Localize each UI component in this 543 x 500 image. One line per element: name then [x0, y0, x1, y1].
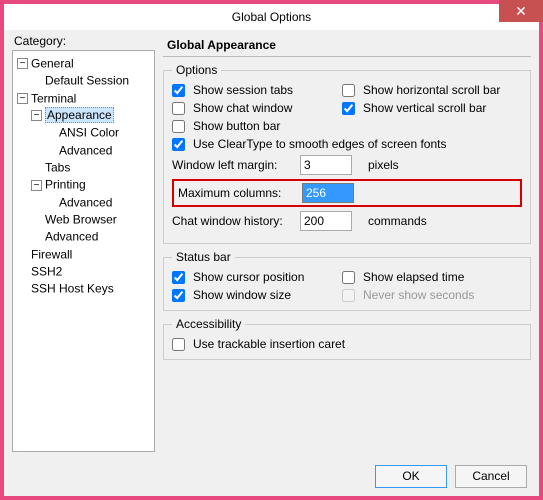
tree-node-tabs[interactable]: Tabs — [31, 159, 152, 176]
never-show-seconds-label: Never show seconds — [363, 288, 474, 302]
collapse-icon[interactable]: − — [31, 180, 42, 191]
ok-button[interactable]: OK — [375, 465, 447, 488]
tree-node-ansi-color[interactable]: ANSI Color — [45, 124, 152, 141]
maximum-columns-label: Maximum columns: — [178, 186, 294, 200]
collapse-icon[interactable]: − — [17, 58, 28, 69]
tree-node-terminal[interactable]: −Terminal −Appearance ANSI Color Advance… — [17, 90, 152, 246]
accessibility-legend: Accessibility — [172, 317, 245, 331]
dialog-window: Global Options ✕ Category: −General Defa… — [0, 0, 543, 500]
use-cleartype-label: Use ClearType to smooth edges of screen … — [193, 137, 446, 151]
category-tree[interactable]: −General Default Session −Terminal −Appe… — [12, 50, 155, 452]
window-left-margin-unit: pixels — [368, 158, 522, 172]
show-horizontal-scroll-checkbox[interactable] — [342, 84, 355, 97]
never-show-seconds-checkbox — [342, 289, 355, 302]
options-legend: Options — [172, 63, 221, 77]
tree-node-printing-advanced[interactable]: Advanced — [45, 194, 152, 211]
accessibility-group: Accessibility Use trackable insertion ca… — [163, 317, 531, 360]
tree-node-printing[interactable]: −Printing Advanced — [31, 176, 152, 211]
titlebar: Global Options ✕ — [4, 4, 539, 30]
show-session-tabs-label: Show session tabs — [193, 83, 293, 97]
show-elapsed-time-label: Show elapsed time — [363, 270, 464, 284]
cancel-button[interactable]: Cancel — [455, 465, 527, 488]
window-left-margin-input[interactable] — [300, 155, 352, 175]
tree-node-ssh2[interactable]: SSH2 — [17, 263, 152, 280]
tree-node-terminal-advanced[interactable]: Advanced — [31, 228, 152, 245]
settings-panel: Global Appearance Options Show session t… — [163, 34, 531, 452]
window-title: Global Options — [4, 10, 539, 24]
statusbar-group: Status bar Show cursor position Show ela… — [163, 250, 531, 311]
show-elapsed-time-checkbox[interactable] — [342, 271, 355, 284]
tree-node-appearance[interactable]: −Appearance ANSI Color Advanced — [31, 107, 152, 159]
show-session-tabs-checkbox[interactable] — [172, 84, 185, 97]
use-trackable-caret-checkbox[interactable] — [172, 338, 185, 351]
tree-node-firewall[interactable]: Firewall — [17, 246, 152, 263]
show-window-size-checkbox[interactable] — [172, 289, 185, 302]
collapse-icon[interactable]: − — [17, 93, 28, 104]
show-horizontal-scroll-label: Show horizontal scroll bar — [363, 83, 500, 97]
tree-node-web-browser[interactable]: Web Browser — [31, 211, 152, 228]
category-panel: Category: −General Default Session −Term… — [12, 34, 155, 452]
tree-node-default-session[interactable]: Default Session — [31, 72, 152, 89]
show-vertical-scroll-checkbox[interactable] — [342, 102, 355, 115]
show-cursor-position-label: Show cursor position — [193, 270, 304, 284]
tree-node-appearance-advanced[interactable]: Advanced — [45, 142, 152, 159]
dialog-body: Category: −General Default Session −Term… — [4, 30, 539, 456]
show-button-bar-checkbox[interactable] — [172, 120, 185, 133]
show-chat-window-label: Show chat window — [193, 101, 292, 115]
show-vertical-scroll-label: Show vertical scroll bar — [363, 101, 486, 115]
chat-history-label: Chat window history: — [172, 214, 292, 228]
statusbar-legend: Status bar — [172, 250, 235, 264]
show-cursor-position-checkbox[interactable] — [172, 271, 185, 284]
use-trackable-caret-label: Use trackable insertion caret — [193, 337, 345, 351]
use-cleartype-checkbox[interactable] — [172, 138, 185, 151]
show-chat-window-checkbox[interactable] — [172, 102, 185, 115]
maximum-columns-input[interactable] — [302, 183, 354, 203]
dialog-footer: OK Cancel — [4, 456, 539, 496]
tree-node-general[interactable]: −General Default Session — [17, 55, 152, 90]
options-group: Options Show session tabs Show horizonta… — [163, 63, 531, 244]
chat-history-unit: commands — [368, 214, 522, 228]
show-button-bar-label: Show button bar — [193, 119, 280, 133]
window-left-margin-label: Window left margin: — [172, 158, 292, 172]
maximum-columns-highlight: Maximum columns: — [172, 179, 522, 207]
close-icon: ✕ — [515, 4, 527, 18]
close-button[interactable]: ✕ — [499, 0, 543, 22]
show-window-size-label: Show window size — [193, 288, 291, 302]
tree-node-ssh-host-keys[interactable]: SSH Host Keys — [17, 280, 152, 297]
chat-history-input[interactable] — [300, 211, 352, 231]
category-label: Category: — [12, 34, 155, 48]
collapse-icon[interactable]: − — [31, 110, 42, 121]
panel-title: Global Appearance — [163, 36, 531, 57]
